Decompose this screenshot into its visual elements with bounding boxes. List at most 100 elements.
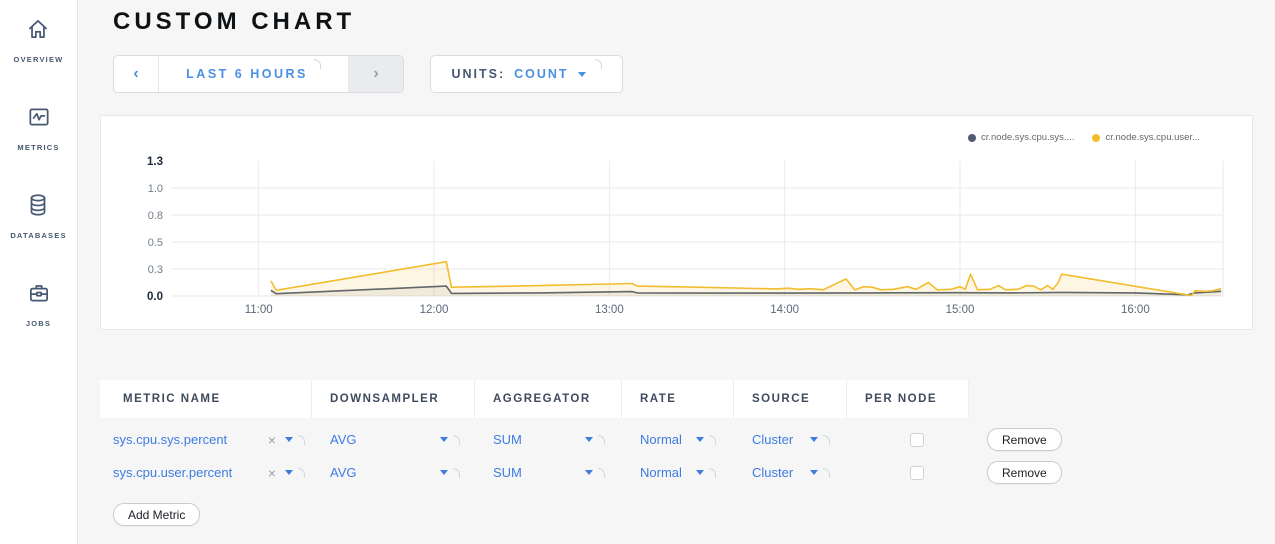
dropdown-corner-icon [314, 59, 321, 69]
legend-item[interactable]: cr.node.sys.cpu.user... [1092, 132, 1200, 143]
table-header-row: METRIC NAME DOWNSAMPLER AGGREGATOR RATE … [100, 380, 1170, 418]
time-range-dropdown[interactable]: LAST 6 HOURS [159, 56, 348, 92]
table-row: sys.cpu.user.percent × AVG SUM [100, 456, 1170, 489]
svg-text:0.5: 0.5 [148, 237, 163, 249]
clear-icon[interactable]: × [268, 465, 276, 481]
svg-text:16:00: 16:00 [1121, 304, 1150, 316]
chevron-down-icon [285, 437, 293, 442]
sidebar-item-metrics[interactable]: METRICS [17, 104, 59, 152]
chevron-down-icon [578, 72, 586, 77]
clear-icon[interactable]: × [268, 432, 276, 448]
rate-value: Normal [640, 465, 682, 480]
svg-text:0.0: 0.0 [147, 291, 163, 303]
time-prev-button[interactable]: ‹ [114, 56, 159, 92]
time-range-selector: ‹ LAST 6 HOURS › [113, 55, 404, 93]
metric-name-select[interactable]: sys.cpu.user.percent × [113, 465, 305, 481]
per-node-checkbox[interactable] [910, 466, 924, 480]
sidebar-item-label: JOBS [26, 319, 51, 328]
chevron-down-icon [585, 437, 593, 442]
col-header-per-node: PER NODE [847, 380, 969, 418]
sidebar-item-databases[interactable]: DATABASES [10, 192, 66, 240]
col-header-actions [969, 380, 1079, 418]
metric-name-value: sys.cpu.sys.percent [113, 432, 227, 447]
dropdown-corner-icon [453, 468, 460, 478]
chevron-down-icon [440, 470, 448, 475]
svg-text:1.0: 1.0 [148, 183, 163, 195]
aggregator-select[interactable]: SUM [493, 432, 605, 447]
col-header-downsampler: DOWNSAMPLER [312, 380, 475, 418]
svg-text:13:00: 13:00 [595, 304, 624, 316]
downsampler-select[interactable]: AVG [330, 465, 460, 480]
metric-name-select[interactable]: sys.cpu.sys.percent × [113, 432, 305, 448]
source-select[interactable]: Cluster [752, 465, 830, 480]
chart-legend: cr.node.sys.cpu.sys.... cr.node.sys.cpu.u… [968, 132, 1200, 143]
dropdown-corner-icon [823, 468, 830, 478]
chevron-down-icon [696, 470, 704, 475]
chart-panel: cr.node.sys.cpu.sys.... cr.node.sys.cpu.u… [100, 115, 1253, 330]
source-value: Cluster [752, 432, 793, 447]
sidebar-item-label: OVERVIEW [14, 55, 64, 64]
svg-text:11:00: 11:00 [245, 304, 273, 316]
sidebar-item-label: DATABASES [10, 231, 66, 240]
dropdown-corner-icon [298, 468, 305, 478]
line-chart: 0.00.30.50.81.01.311:0012:0013:0014:0015… [101, 116, 1252, 329]
aggregator-select[interactable]: SUM [493, 465, 605, 480]
dropdown-corner-icon [595, 59, 602, 69]
legend-dot-icon [968, 134, 976, 142]
add-metric-button[interactable]: Add Metric [113, 503, 200, 526]
dropdown-corner-icon [453, 435, 460, 445]
chevron-down-icon [810, 470, 818, 475]
time-range-label: LAST 6 HOURS [186, 67, 308, 81]
units-value: COUNT [514, 67, 568, 81]
legend-item[interactable]: cr.node.sys.cpu.sys.... [968, 132, 1074, 143]
source-select[interactable]: Cluster [752, 432, 830, 447]
table-row: sys.cpu.sys.percent × AVG SUM [100, 423, 1170, 456]
chevron-down-icon [810, 437, 818, 442]
rate-select[interactable]: Normal [640, 465, 716, 480]
metrics-icon [26, 104, 52, 135]
svg-text:14:00: 14:00 [770, 304, 799, 316]
col-header-rate: RATE [622, 380, 734, 418]
time-next-button[interactable]: › [348, 56, 403, 92]
dropdown-corner-icon [598, 468, 605, 478]
sidebar-item-overview[interactable]: OVERVIEW [14, 16, 64, 64]
svg-text:0.8: 0.8 [148, 210, 163, 222]
custom-chart-page: OVERVIEW METRICS DATABASES [0, 0, 1275, 544]
per-node-checkbox[interactable] [910, 433, 924, 447]
sidebar-item-label: METRICS [17, 143, 59, 152]
legend-label: cr.node.sys.cpu.user... [1105, 132, 1200, 143]
sidebar: OVERVIEW METRICS DATABASES [0, 0, 78, 544]
chevron-down-icon [585, 470, 593, 475]
units-dropdown[interactable]: UNITS: COUNT [430, 55, 623, 93]
rate-select[interactable]: Normal [640, 432, 716, 447]
col-header-aggregator: AGGREGATOR [475, 380, 622, 418]
downsampler-value: AVG [330, 432, 357, 447]
chevron-down-icon [696, 437, 704, 442]
remove-button[interactable]: Remove [987, 461, 1062, 484]
col-header-metric-name: METRIC NAME [100, 380, 312, 418]
chevron-down-icon [440, 437, 448, 442]
briefcase-icon [26, 280, 52, 311]
source-value: Cluster [752, 465, 793, 480]
remove-button[interactable]: Remove [987, 428, 1062, 451]
svg-text:0.3: 0.3 [148, 264, 163, 276]
dropdown-corner-icon [709, 468, 716, 478]
page-title: CUSTOM CHART [113, 8, 355, 36]
aggregator-value: SUM [493, 432, 522, 447]
dropdown-corner-icon [709, 435, 716, 445]
legend-dot-icon [1092, 134, 1100, 142]
metric-name-value: sys.cpu.user.percent [113, 465, 232, 480]
svg-text:12:00: 12:00 [420, 304, 449, 316]
dropdown-corner-icon [298, 435, 305, 445]
downsampler-value: AVG [330, 465, 357, 480]
col-header-source: SOURCE [734, 380, 847, 418]
downsampler-select[interactable]: AVG [330, 432, 460, 447]
legend-label: cr.node.sys.cpu.sys.... [981, 132, 1074, 143]
svg-text:15:00: 15:00 [946, 304, 975, 316]
database-icon [25, 192, 51, 223]
chevron-down-icon [285, 470, 293, 475]
aggregator-value: SUM [493, 465, 522, 480]
rate-value: Normal [640, 432, 682, 447]
home-icon [25, 16, 51, 47]
sidebar-item-jobs[interactable]: JOBS [26, 280, 52, 328]
